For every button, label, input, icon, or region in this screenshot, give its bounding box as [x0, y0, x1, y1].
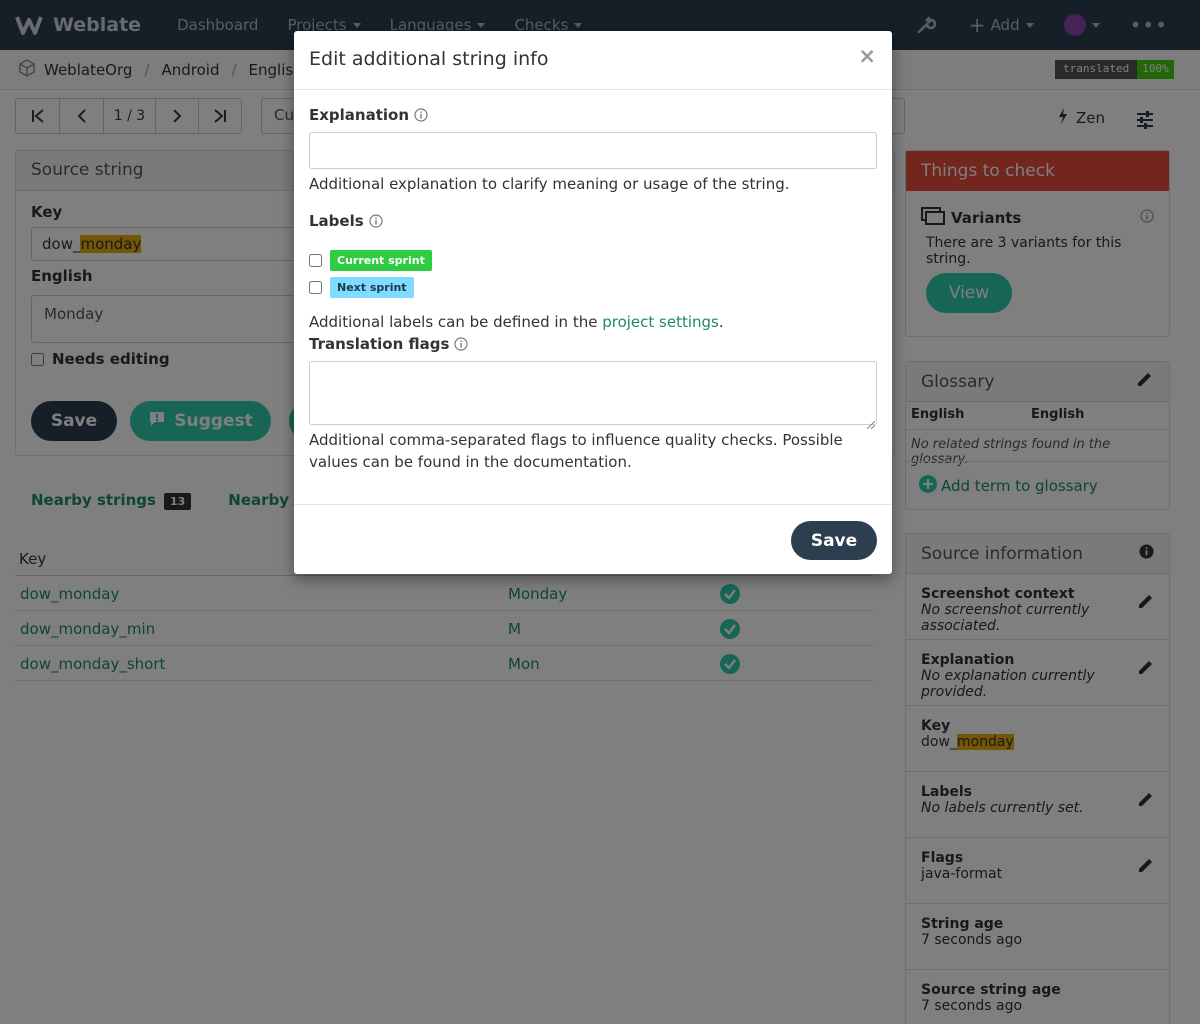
close-icon[interactable]: × — [858, 44, 876, 68]
edit-string-info-dialog: Edit additional string info × Explanatio… — [294, 31, 892, 574]
labels-help-suffix: . — [718, 313, 724, 331]
label-option-next-sprint[interactable]: Next sprint — [309, 277, 414, 298]
label-tag: Next sprint — [330, 277, 414, 298]
info-icon[interactable] — [369, 214, 383, 228]
info-icon[interactable] — [414, 108, 428, 122]
labels-label: Labels — [309, 212, 383, 230]
label-checkbox[interactable] — [309, 254, 322, 267]
modal-save-button[interactable]: Save — [791, 521, 877, 560]
flags-label-text: Translation flags — [309, 335, 450, 353]
label-option-current-sprint[interactable]: Current sprint — [309, 250, 432, 271]
flags-label: Translation flags — [309, 335, 469, 353]
project-settings-link[interactable]: project settings — [602, 313, 719, 331]
modal-title: Edit additional string info — [309, 48, 549, 70]
flags-help: Additional comma-separated flags to infl… — [309, 431, 843, 471]
explanation-label-text: Explanation — [309, 106, 410, 124]
modal-footer: Save — [294, 504, 892, 574]
explanation-input[interactable] — [309, 132, 877, 169]
modal-header: Edit additional string info × — [294, 31, 892, 90]
explanation-help: Additional explanation to clarify meanin… — [309, 175, 790, 193]
labels-label-text: Labels — [309, 212, 364, 230]
label-tag: Current sprint — [330, 250, 432, 271]
labels-help-prefix: Additional labels can be defined in the — [309, 313, 603, 331]
info-icon[interactable] — [454, 337, 469, 351]
explanation-label: Explanation — [309, 106, 428, 124]
label-checkbox[interactable] — [309, 281, 322, 294]
flags-textarea[interactable] — [309, 361, 877, 425]
labels-help: Additional labels can be defined in the … — [309, 311, 877, 333]
